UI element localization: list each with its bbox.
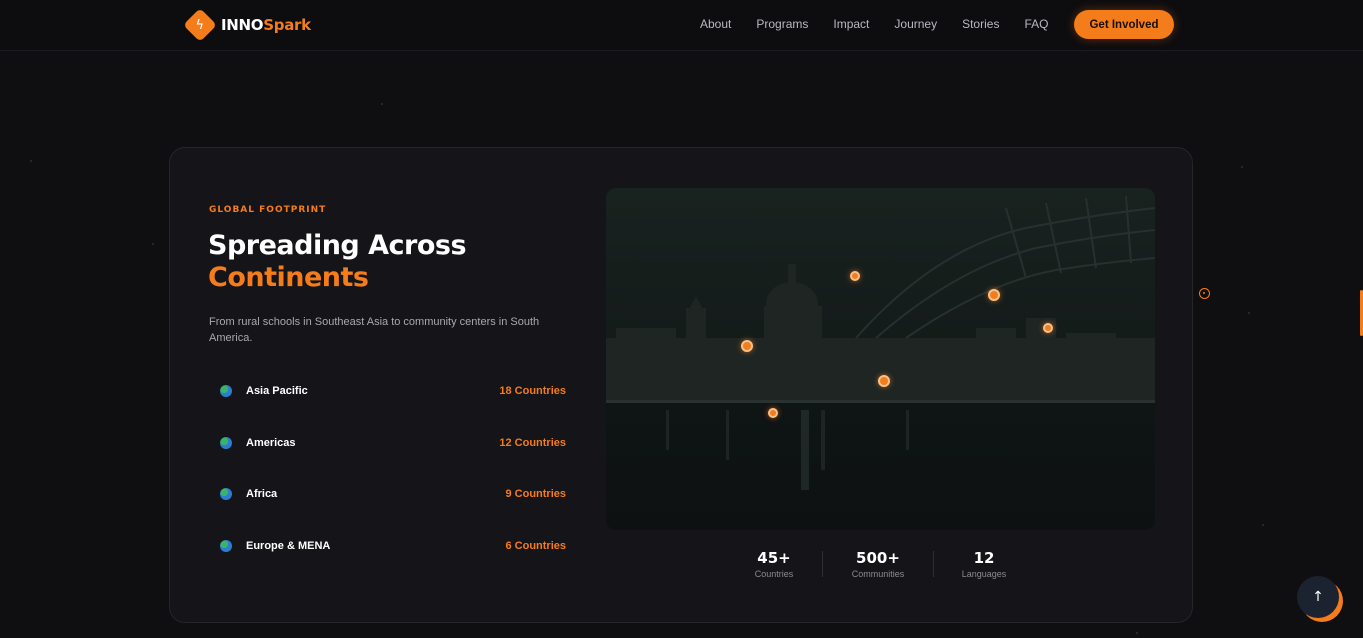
globe-icon [220, 488, 232, 500]
region-name: Asia Pacific [246, 385, 308, 397]
city-skyline-illustration [606, 195, 1155, 490]
background-star [1136, 632, 1138, 634]
bolt-icon: ϟ [183, 8, 217, 42]
map-location-pin[interactable] [988, 289, 1000, 301]
map-location-pin[interactable] [878, 375, 890, 387]
nav-link-faq[interactable]: FAQ [1024, 17, 1048, 31]
map-location-pin[interactable] [1043, 323, 1053, 333]
background-star [152, 243, 154, 245]
region-item: Europe & MENA 6 Countries [220, 535, 566, 587]
region-name: Europe & MENA [246, 539, 331, 552]
stat-value: 45+ [757, 549, 791, 567]
nav-link-journey[interactable]: Journey [894, 17, 937, 31]
floating-ring-decoration [1199, 288, 1210, 299]
arrow-up-icon: ↑ [1312, 589, 1324, 605]
stat-label: Countries [754, 569, 794, 579]
main-menu: About Programs Impact Journey Stories FA… [700, 17, 1073, 31]
stat-label: Communities [851, 569, 905, 579]
globe-icon [220, 436, 232, 449]
region-count: 9 Countries [505, 488, 566, 500]
title-line-2: Continents [208, 262, 369, 293]
section-eyebrow: GLOBAL FOOTPRINT [209, 205, 327, 215]
region-count: 12 Countries [499, 436, 566, 449]
title-line-1: Spreading Across [208, 230, 467, 261]
section-description: From rural schools in Southeast Asia to … [209, 316, 540, 344]
get-involved-button[interactable]: Get Involved [1074, 10, 1174, 39]
globe-icon [220, 539, 232, 552]
background-star [30, 160, 32, 162]
top-navbar: ϟ INNOSpark About Programs Impact Journe… [0, 0, 1363, 51]
stat-communities: 500+ Communities [836, 548, 920, 580]
background-star [1248, 312, 1250, 314]
city-map-image [606, 188, 1155, 530]
nav-link-impact[interactable]: Impact [833, 17, 869, 31]
map-location-pin[interactable] [741, 340, 753, 352]
global-footprint-card: GLOBAL FOOTPRINT Spreading Across Contin… [169, 147, 1193, 623]
region-item: Africa 9 Countries [220, 483, 566, 535]
region-item: Americas 12 Countries [220, 432, 566, 484]
nav-link-about[interactable]: About [700, 17, 731, 31]
region-name: Africa [246, 488, 278, 500]
stat-countries: 45+ Countries [739, 548, 809, 580]
stat-value: 500+ [856, 549, 900, 567]
region-count: 18 Countries [499, 385, 566, 397]
stat-divider [933, 551, 934, 577]
region-item: Asia Pacific 18 Countries [220, 380, 566, 432]
map-location-pin[interactable] [768, 408, 778, 418]
brand-name: INNOSpark [221, 16, 311, 34]
stat-divider [822, 551, 823, 577]
brand-name-part1: INNO [221, 16, 264, 34]
section-title: Spreading Across Continents [208, 230, 467, 294]
nav-link-programs[interactable]: Programs [756, 17, 808, 31]
background-star [1241, 166, 1243, 168]
map-location-pin[interactable] [850, 271, 860, 281]
brand-logo[interactable]: ϟ INNOSpark [183, 8, 311, 42]
globe-icon [220, 385, 232, 397]
stat-label: Languages [961, 569, 1007, 579]
stat-value: 12 [973, 549, 995, 567]
back-to-top-button[interactable]: ↑ [1297, 576, 1339, 618]
region-count: 6 Countries [505, 539, 566, 552]
stats-row: 45+ Countries 500+ Communities 12 Langua… [739, 548, 1021, 580]
region-list: Asia Pacific 18 Countries Americas 12 Co… [220, 380, 566, 586]
brand-name-part2: Spark [263, 16, 311, 34]
background-star [1262, 524, 1264, 526]
background-star [381, 103, 383, 105]
region-name: Americas [246, 436, 296, 449]
nav-link-stories[interactable]: Stories [962, 17, 999, 31]
stat-languages: 12 Languages [947, 548, 1021, 580]
